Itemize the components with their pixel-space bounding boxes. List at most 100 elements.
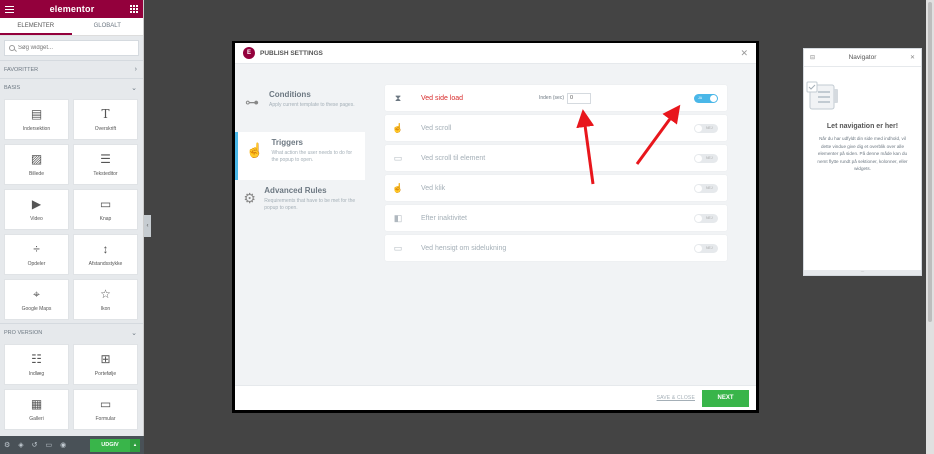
widget-portfolio[interactable]: ⊞ Portefølje (73, 344, 138, 385)
widget-heading[interactable]: T Overskrift (73, 99, 138, 140)
widget-form[interactable]: ▭ Formular (73, 389, 138, 430)
widget-label: Knap (99, 215, 112, 222)
hourglass-icon: ⧗ (394, 92, 402, 103)
widget-google-maps[interactable]: ⌖ Google Maps (4, 279, 69, 320)
widget-image[interactable]: ▨ Billede (4, 144, 69, 185)
inner-section-icon: ▤ (30, 106, 43, 121)
sidebar-item-conditions[interactable]: ⊶ Conditions Apply current template to th… (235, 84, 365, 132)
pro-widgets-grid: ☷ Indlæg ⊞ Portefølje ▦ Galleri ▭ Formular (0, 341, 143, 433)
tab-elements[interactable]: ELEMENTER (0, 18, 72, 35)
navigator-description: Når du har udfyldt din side med indhold,… (817, 136, 908, 171)
responsive-icon[interactable]: ▭ (46, 441, 53, 449)
chevron-down-icon: ⌄ (131, 329, 137, 337)
trigger-toggle-scroll[interactable]: NEJ (694, 123, 718, 133)
widget-label: Teksteditor (93, 170, 118, 177)
publish-button[interactable]: UDGIV (90, 438, 130, 452)
widget-divider[interactable]: ÷ Opdeler (4, 234, 69, 275)
trigger-toggle-click[interactable]: NEJ (694, 183, 718, 193)
hamburger-menu-icon[interactable] (5, 5, 14, 13)
next-button[interactable]: NEXT (702, 389, 749, 407)
delay-input[interactable] (567, 92, 591, 104)
cogs-icon: ⚙ (243, 190, 256, 206)
sidebar-item-advanced-rules[interactable]: ⚙ Advanced Rules Requirements that have t… (235, 180, 365, 228)
trigger-row-scroll: ☝ Ved scroll NEJ (385, 115, 727, 141)
section-favorites-label: FAVORITTER (4, 66, 39, 73)
modal-footer: SAVE & CLOSE NEXT (235, 385, 756, 410)
click-icon: ☝ (392, 182, 404, 193)
trigger-row-click: ☝ Ved klik NEJ (385, 175, 727, 201)
portfolio-icon: ⊞ (100, 351, 111, 366)
widget-button[interactable]: ▭ Knap (73, 189, 138, 230)
canvas-scrollbar[interactable] (926, 0, 934, 454)
trigger-label: Ved side load (421, 94, 464, 102)
trigger-row-scroll-to-element: ▭ Ved scroll til element NEJ (385, 145, 727, 171)
widget-inner-section[interactable]: ▤ Indersektion (4, 99, 69, 140)
navigator-title: Navigator (848, 54, 877, 61)
heading-icon: T (101, 106, 110, 121)
trigger-label: Ved scroll (421, 124, 452, 132)
modal-title: PUBLISH SETTINGS (260, 49, 323, 57)
search-input[interactable] (18, 45, 118, 51)
preview-eye-icon[interactable]: ◉ (60, 441, 66, 449)
close-icon[interactable]: ✕ (910, 54, 915, 61)
section-pro[interactable]: PRO VERSION ⌄ (0, 323, 143, 341)
chevron-right-icon: › (134, 66, 137, 73)
widgets-grid-icon[interactable] (129, 5, 138, 13)
spacer-icon: ↕ (102, 241, 109, 256)
sidebar-item-title: Conditions (269, 90, 311, 99)
layers-icon[interactable]: ◈ (18, 441, 23, 449)
exit-intent-icon: ▭ (393, 242, 403, 253)
section-basic[interactable]: BASIS ⌄ (0, 78, 143, 96)
settings-gear-icon[interactable]: ⚙ (4, 441, 10, 449)
save-close-link[interactable]: SAVE & CLOSE (657, 395, 695, 401)
tab-global[interactable]: GLOBALT (72, 18, 144, 35)
sidebar-item-desc: Requirements that have to be met for the… (264, 198, 356, 211)
trigger-toggle-exit-intent[interactable]: NEJ (694, 243, 718, 253)
widget-label: Opdeler (27, 260, 46, 267)
trigger-toggle-scroll-to-element[interactable]: NEJ (694, 153, 718, 163)
search-icon (9, 45, 15, 51)
widget-video[interactable]: ▶ Video (4, 189, 69, 230)
publish-settings-modal: E PUBLISH SETTINGS ✕ ⊶ Conditions Apply c… (235, 43, 756, 410)
close-icon[interactable]: ✕ (740, 48, 748, 59)
basic-widgets-grid: ▤ Indersektion T Overskrift ▨ Billede ☰ Teks… (0, 96, 143, 323)
elementor-logo: elementor (49, 4, 95, 14)
section-favorites[interactable]: FAVORITTER › (0, 60, 143, 78)
navigator-resize-handle[interactable]: ⋯ (804, 270, 921, 275)
trigger-label: Ved klik (421, 184, 446, 192)
elementor-e-logo-icon: E (243, 47, 255, 59)
publish-options-caret-icon[interactable]: ▴ (130, 438, 140, 452)
widget-posts[interactable]: ☷ Indlæg (4, 344, 69, 385)
panel-collapse-toggle[interactable]: ‹ (144, 215, 151, 237)
widget-gallery[interactable]: ▦ Galleri (4, 389, 69, 430)
divider-icon: ÷ (33, 241, 40, 256)
widget-label: Billede (28, 170, 44, 177)
widget-label: Ikon (100, 305, 111, 312)
widget-text-editor[interactable]: ☰ Teksteditor (73, 144, 138, 185)
sidebar-item-title: Advanced Rules (264, 186, 327, 195)
sidebar-item-title: Triggers (271, 138, 304, 147)
widget-icon[interactable]: ☆ Ikon (73, 279, 138, 320)
trigger-row-inactivity: ◧ Efter inaktivitet NEJ (385, 205, 727, 231)
elementor-panel: elementor ELEMENTER GLOBALT FAVORITTER ›… (0, 0, 144, 454)
trigger-toggle-page-load[interactable]: JA (694, 93, 718, 103)
section-pro-label: PRO VERSION (4, 329, 43, 336)
scrollbar-thumb[interactable] (928, 2, 932, 322)
navigator-illustration-icon (806, 81, 838, 110)
chevron-down-icon: ⌄ (131, 84, 137, 92)
widget-label: Video (30, 215, 43, 222)
trigger-toggle-inactivity[interactable]: NEJ (694, 213, 718, 223)
inactivity-icon: ◧ (393, 212, 403, 223)
sidebar-item-triggers[interactable]: ☝ Triggers What action the user needs to … (235, 132, 365, 180)
widget-spacer[interactable]: ↕ Afstandsstykke (73, 234, 138, 275)
button-icon: ▭ (99, 196, 112, 211)
sitemap-icon: ⊶ (245, 94, 259, 110)
trigger-label: Ved scroll til element (421, 154, 486, 162)
triggers-list: ⧗ Ved side load Inden (sec) JA ☝ Ved scr… (365, 64, 756, 385)
modal-header: E PUBLISH SETTINGS ✕ (235, 43, 756, 64)
navigator-header[interactable]: ⊟ Navigator ✕ (804, 49, 921, 67)
history-icon[interactable]: ↺ (32, 441, 38, 449)
image-icon: ▨ (30, 151, 43, 166)
panel-header: elementor (0, 0, 143, 18)
widget-label: Indersektion (22, 125, 51, 132)
